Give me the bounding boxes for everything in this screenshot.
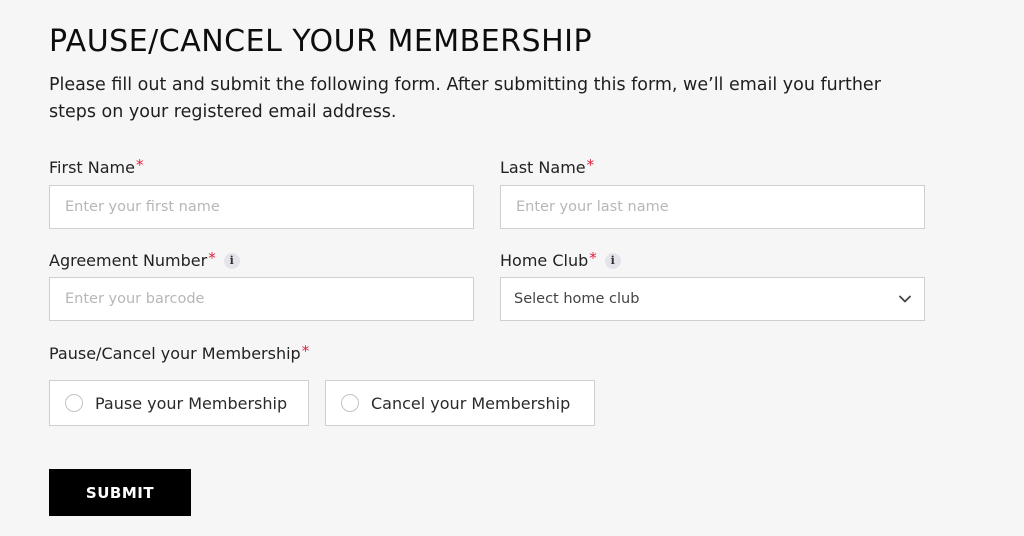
agreement-number-label-text: Agreement Number xyxy=(49,251,208,270)
first-name-label: First Name * xyxy=(49,155,144,178)
page-title: PAUSE/CANCEL YOUR MEMBERSHIP xyxy=(49,24,593,59)
info-icon[interactable]: i xyxy=(223,252,240,269)
radio-label: Cancel your Membership xyxy=(371,393,571,413)
required-marker: * xyxy=(208,248,216,267)
radio-label: Pause your Membership xyxy=(95,393,288,413)
home-club-label-text: Home Club xyxy=(500,251,589,270)
home-club-select[interactable]: Select home club xyxy=(500,277,925,321)
required-marker: * xyxy=(586,155,595,174)
radio-pause-membership[interactable]: Pause your Membership xyxy=(49,380,309,426)
home-club-label: Home Club * i xyxy=(500,248,621,270)
membership-form-page: PAUSE/CANCEL YOUR MEMBERSHIP Please fill… xyxy=(0,0,1024,536)
radio-button[interactable] xyxy=(341,394,359,412)
first-name-label-text: First Name xyxy=(49,158,135,177)
required-marker: * xyxy=(589,248,597,267)
last-name-label: Last Name * xyxy=(500,155,595,178)
last-name-label-text: Last Name xyxy=(500,158,586,177)
agreement-number-label: Agreement Number * i xyxy=(49,248,240,270)
submit-button[interactable]: SUBMIT xyxy=(49,469,191,516)
radio-cancel-membership[interactable]: Cancel your Membership xyxy=(325,380,595,426)
first-name-input[interactable] xyxy=(49,185,474,229)
last-name-input[interactable] xyxy=(500,185,925,229)
agreement-number-input[interactable] xyxy=(49,277,474,321)
membership-action-label-text: Pause/Cancel your Membership xyxy=(49,344,301,363)
form-intro: Please fill out and submit the following… xyxy=(49,75,881,122)
required-marker: * xyxy=(135,155,144,174)
membership-action-label: Pause/Cancel your Membership * xyxy=(49,341,310,364)
radio-button[interactable] xyxy=(65,394,83,412)
home-club-selected-value: Select home club xyxy=(514,291,640,307)
chevron-down-icon[interactable] xyxy=(898,292,912,306)
info-icon[interactable]: i xyxy=(604,252,621,269)
required-marker: * xyxy=(301,341,310,360)
